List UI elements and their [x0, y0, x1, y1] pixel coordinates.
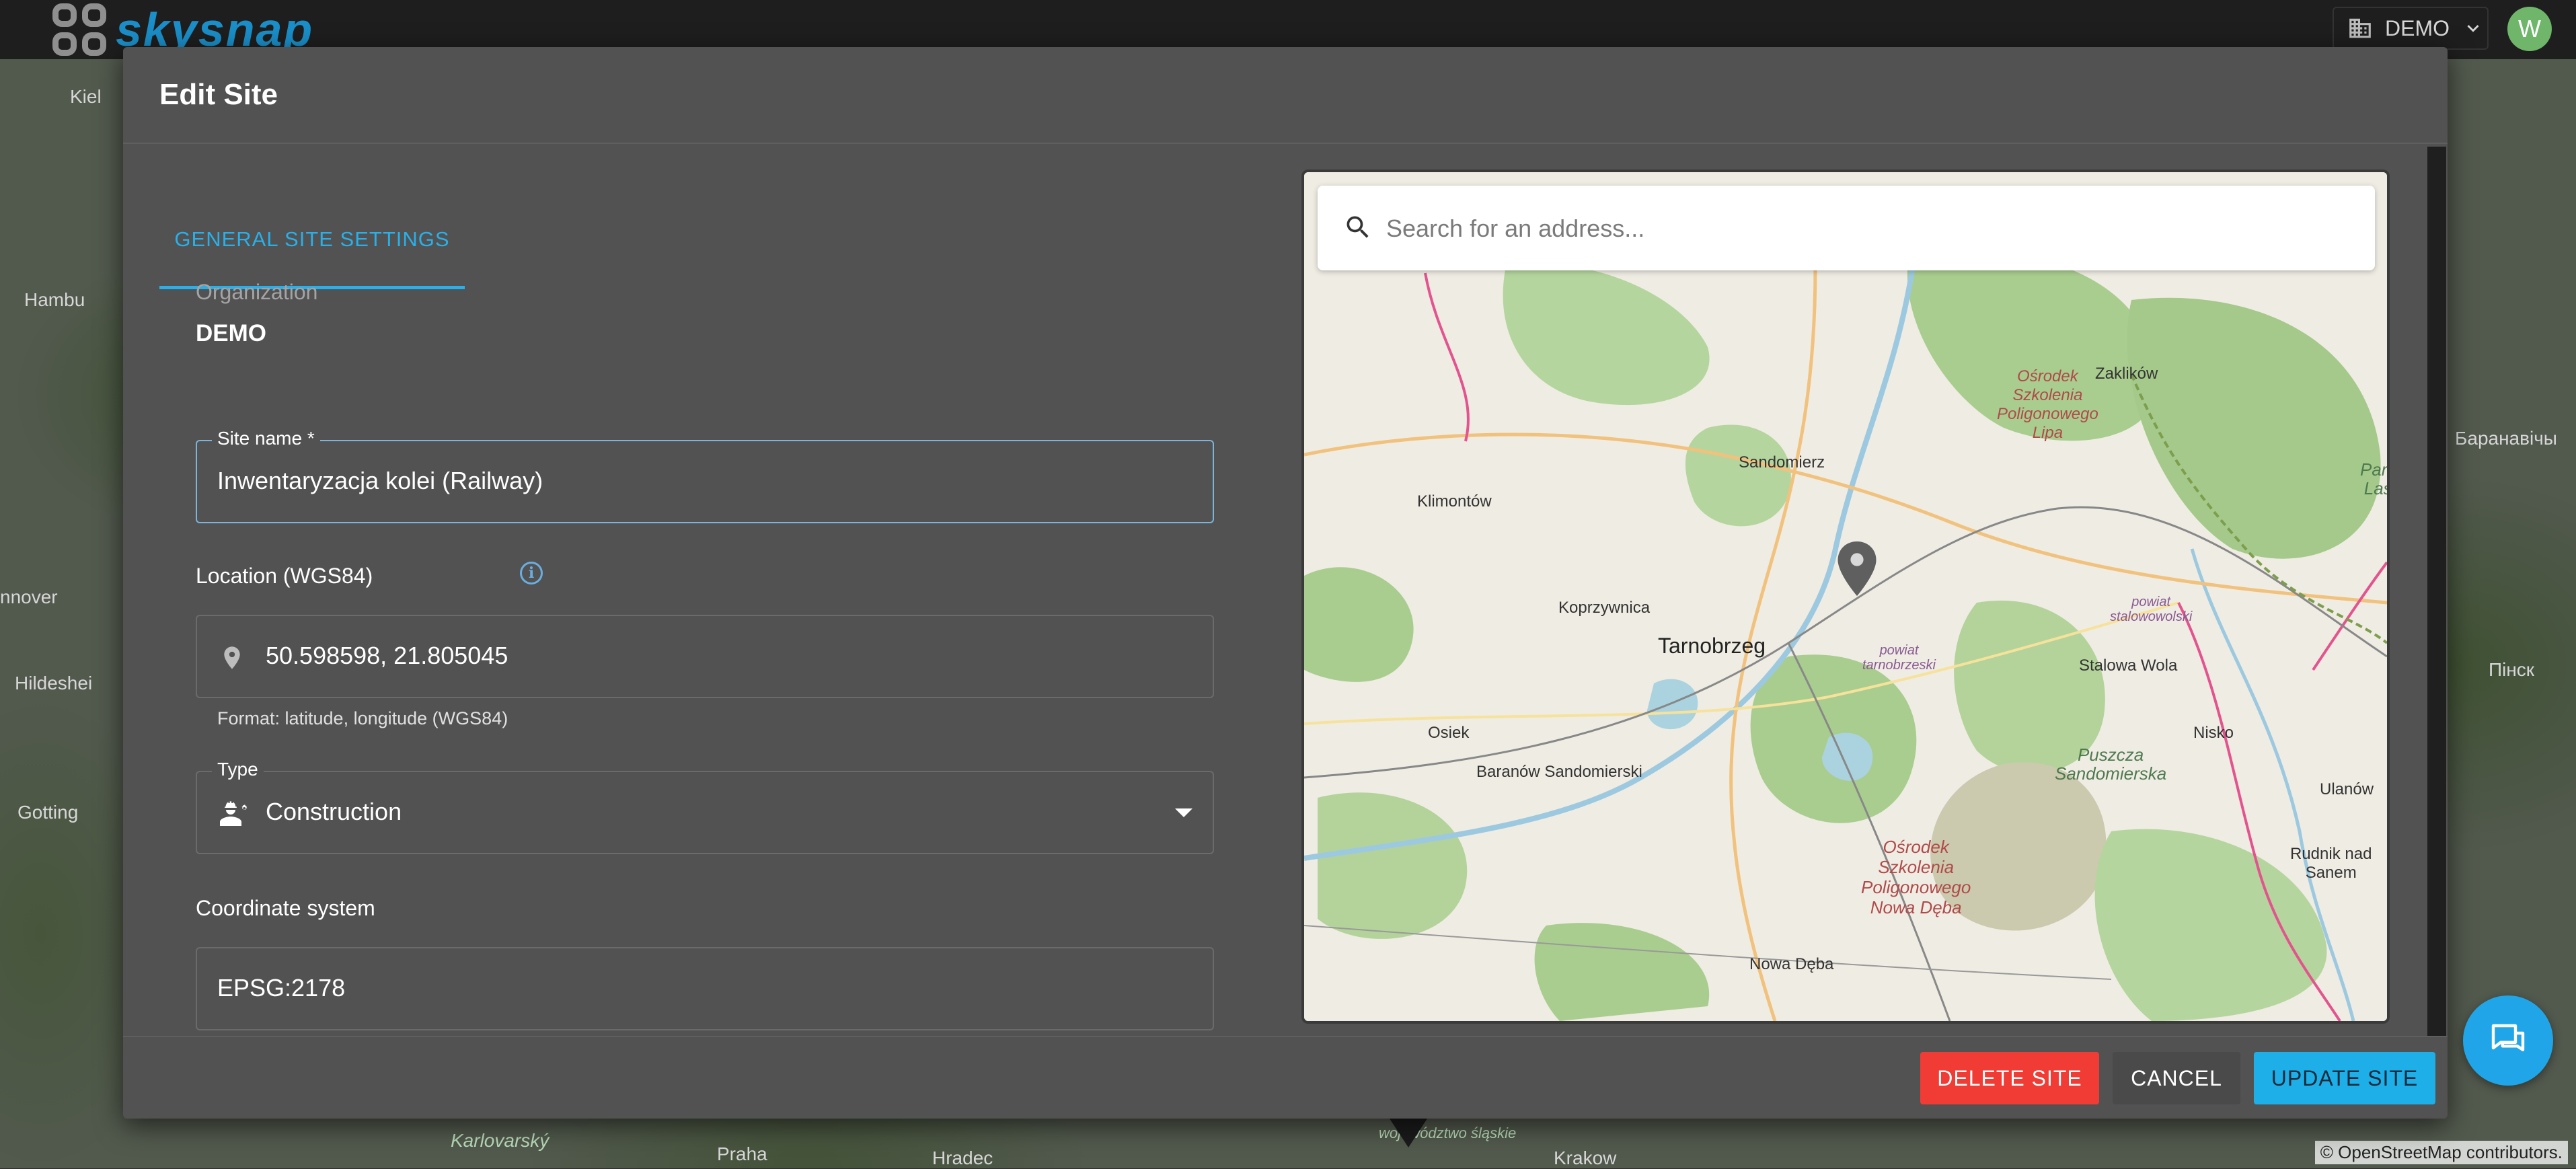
- map-place-label: Zaklików: [2095, 365, 2158, 383]
- building-icon: [2349, 18, 2371, 38]
- map-attribution[interactable]: © OpenStreetMap contributors.: [2314, 1141, 2568, 1164]
- bg-map-label: Баранавічы: [2455, 428, 2557, 449]
- type-label: Type: [212, 759, 264, 780]
- bg-map-label: Hambu: [24, 289, 85, 310]
- edit-site-dialog: Edit Site GENERAL SITE SETTINGS Organiza…: [123, 47, 2448, 1119]
- map-place-label: Ulanów: [2320, 780, 2374, 798]
- address-search-input[interactable]: [1385, 204, 2356, 253]
- chevron-down-icon: [2467, 25, 2479, 32]
- chat-icon: [2491, 1024, 2525, 1051]
- tab-general-site-settings[interactable]: GENERAL SITE SETTINGS: [159, 192, 465, 289]
- engineering-icon: [220, 801, 248, 826]
- map-place-label: Tarnobrzeg: [1658, 634, 1766, 658]
- location-label: Location (WGS84): [196, 564, 373, 588]
- chat-button[interactable]: [2463, 995, 2553, 1086]
- divider: [123, 143, 2448, 144]
- map-place-label: Nisko: [2193, 724, 2234, 742]
- address-search[interactable]: [1318, 186, 2375, 270]
- update-site-button[interactable]: UPDATE SITE: [2254, 1052, 2435, 1104]
- cancel-button[interactable]: CANCEL: [2113, 1052, 2240, 1104]
- bg-map-label: Hildeshei: [15, 673, 93, 693]
- logo-mark-icon: [52, 3, 106, 56]
- map-place-label: Baranów Sandomierski: [1476, 763, 1642, 781]
- coordinate-system-label: Coordinate system: [196, 896, 375, 920]
- bg-map-label: Karlovarský: [451, 1130, 550, 1151]
- map-place-label: Koprzywnica: [1558, 599, 1651, 617]
- bg-map-label: Пінск: [2489, 659, 2535, 680]
- organization-switcher-label: DEMO: [2385, 15, 2450, 40]
- map-area-label: Ośrodek Szkolenia Poligonowego Nowa Dęba: [1861, 837, 1971, 917]
- map-area-label: Puszcza Sandomierska: [2055, 745, 2167, 784]
- location-field[interactable]: 50.598598, 21.805045: [196, 615, 1214, 698]
- map-marker-icon[interactable]: [1388, 1117, 1429, 1147]
- site-name-input[interactable]: Inwentaryzacja kolei (Railway): [217, 467, 543, 495]
- location-map[interactable]: Sandomierz Klimontów Koprzywnica Tarnobr…: [1301, 169, 2390, 1024]
- location-pin-icon: [224, 646, 240, 669]
- map-place-label: Sandomierz: [1739, 453, 1825, 472]
- location-helper-text: Format: latitude, longitude (WGS84): [217, 708, 508, 728]
- map-place-label: Osiek: [1428, 724, 1470, 742]
- organization-label: Organization: [196, 280, 318, 304]
- map-place-label: Rudnik nad Sanem: [2290, 845, 2372, 882]
- organization-switcher[interactable]: DEMO: [2333, 7, 2489, 50]
- delete-site-button[interactable]: DELETE SITE: [1920, 1052, 2099, 1104]
- location-input[interactable]: 50.598598, 21.805045: [266, 642, 508, 670]
- bg-map-label: nnover: [0, 587, 58, 607]
- type-select[interactable]: Type Construction: [196, 759, 1214, 854]
- map-place-label: Stalowa Wola: [2079, 656, 2178, 675]
- map-place-label: Nowa Dęba: [1749, 955, 1834, 973]
- type-value: Construction: [266, 798, 402, 825]
- info-icon[interactable]: i: [520, 562, 543, 584]
- organization-value: DEMO: [196, 320, 266, 346]
- map-area-label: Park Las: [2360, 459, 2390, 498]
- bg-map-label: Krakow: [1554, 1147, 1617, 1168]
- map-place-label: Klimontów: [1417, 492, 1492, 511]
- coordinate-system-field[interactable]: EPSG:2178: [196, 947, 1214, 1030]
- site-name-field[interactable]: Site name * Inwentaryzacja kolei (Railwa…: [196, 428, 1214, 523]
- dropdown-caret-icon: [1175, 808, 1192, 817]
- map-area-label: powiat tarnobrzeski: [1862, 643, 1936, 673]
- map-area-label: powiat stalowowolski: [2110, 595, 2193, 624]
- site-name-label: Site name *: [212, 428, 320, 449]
- bg-map-label: Hradec: [932, 1147, 993, 1168]
- bg-map-label: Praha: [717, 1143, 767, 1164]
- bg-map-label: Gotting: [17, 802, 79, 823]
- divider: [123, 1036, 2448, 1037]
- search-icon: [1347, 216, 1369, 238]
- dialog-scrollbar[interactable]: [2427, 147, 2446, 1036]
- map-area-label: Ośrodek Szkolenia Poligonowego Lipa: [1997, 367, 2098, 442]
- bg-map-label: Kiel: [70, 86, 102, 107]
- location-marker-icon[interactable]: [1833, 539, 1881, 600]
- dialog-title: Edit Site: [159, 78, 278, 111]
- user-avatar[interactable]: W: [2507, 7, 2552, 51]
- coordinate-system-input[interactable]: EPSG:2178: [217, 974, 345, 1002]
